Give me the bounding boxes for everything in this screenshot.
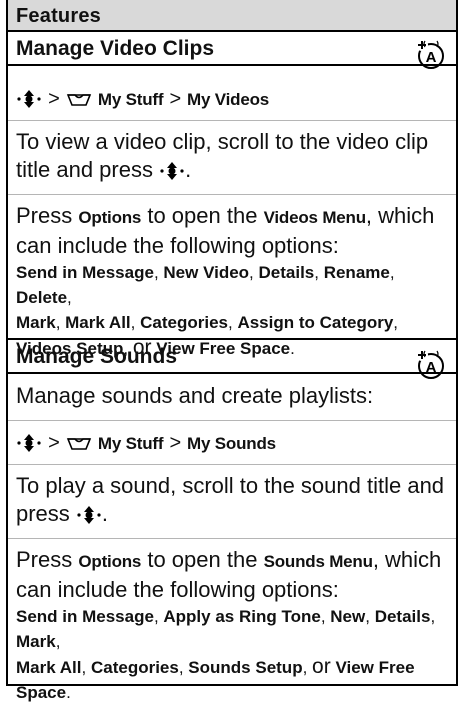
divider (8, 120, 456, 121)
tray-icon (66, 94, 91, 106)
option-rename: Rename (323, 263, 390, 282)
section-sounds-title: Manage Sounds (16, 345, 178, 368)
sounds-menu-name: Sounds Menu (263, 552, 373, 571)
navigation-key-icon (17, 434, 41, 453)
video-view-instructions: To view a video clip, scroll to the vide… (16, 128, 448, 184)
divider (8, 194, 456, 195)
option-details: Details (258, 263, 315, 282)
to-open-text: to open the (147, 547, 258, 572)
videos-menu-name: Videos Menu (263, 208, 367, 227)
path-my-videos: My Videos (187, 90, 270, 109)
path-separator: > (48, 88, 60, 110)
option-categories: Categories (90, 658, 179, 677)
option-mark: Mark (16, 632, 56, 651)
path-separator: > (48, 432, 60, 454)
period: . (185, 157, 192, 182)
divider (8, 538, 456, 539)
sounds-menu-path: > My Stuff > My Sounds (16, 428, 448, 458)
option-details: Details (374, 607, 431, 626)
divider (8, 420, 456, 421)
option-sounds-setup: Sounds Setup (188, 658, 303, 677)
navigation-key-icon (160, 162, 184, 181)
options-key-label: Options (78, 552, 142, 571)
path-my-stuff: My Stuff (97, 90, 164, 109)
press-word: Press (16, 203, 73, 228)
options-key-label: Options (78, 208, 142, 227)
option-mark-all: Mark All (65, 313, 131, 332)
path-my-sounds: My Sounds (187, 434, 276, 453)
option-assign-to-category: Assign to Category (237, 313, 394, 332)
option-new: New (330, 607, 366, 626)
tray-icon (66, 438, 91, 450)
svg-text:A: A (426, 359, 437, 376)
sounds-intro: Manage sounds and create playlists: (16, 383, 374, 408)
svg-text:A: A (426, 49, 437, 66)
option-delete: Delete (16, 288, 68, 307)
features-header: Features (8, 0, 456, 32)
path-separator: > (169, 88, 181, 110)
network-feature-icon: A (416, 39, 444, 69)
video-menu-path: > My Stuff > My Videos (16, 84, 448, 114)
sounds-options-list: Send in Message, Apply as Ring Tone, New… (16, 607, 436, 702)
sound-play-instructions: To play a sound, scroll to the sound tit… (16, 472, 448, 528)
or-word: or (312, 655, 331, 678)
option-categories: Categories (140, 313, 228, 332)
video-view-text: To view a video clip, scroll to the vide… (16, 129, 429, 182)
option-mark: Mark (16, 313, 56, 332)
section-sounds-title-bar: Manage Sounds (8, 340, 456, 374)
option-mark-all: Mark All (16, 658, 82, 677)
sounds-menu-description: Press Options to open the Sounds Menu, w… (16, 546, 448, 604)
option-send-in-message: Send in Message (16, 607, 154, 626)
to-open-text: to open the (147, 203, 258, 228)
path-my-stuff: My Stuff (97, 434, 164, 453)
section-video-title-bar: Manage Video Clips (8, 32, 456, 66)
option-new-video: New Video (163, 263, 250, 282)
section-video-title: Manage Video Clips (16, 37, 214, 60)
period: . (101, 501, 109, 526)
option-apply-as-ring-tone: Apply as Ring Tone (163, 607, 321, 626)
option-send-in-message: Send in Message (16, 263, 154, 282)
feature-page: Features Manage Video Clips A > My Stuff… (6, 0, 458, 702)
features-heading: Features (16, 5, 101, 27)
network-feature-icon: A (416, 349, 444, 379)
press-word: Press (16, 547, 73, 572)
path-separator: > (169, 432, 181, 454)
divider (8, 464, 456, 465)
videos-menu-description: Press Options to open the Videos Menu, w… (16, 202, 448, 260)
navigation-key-icon (17, 90, 41, 109)
navigation-key-icon (77, 506, 101, 525)
